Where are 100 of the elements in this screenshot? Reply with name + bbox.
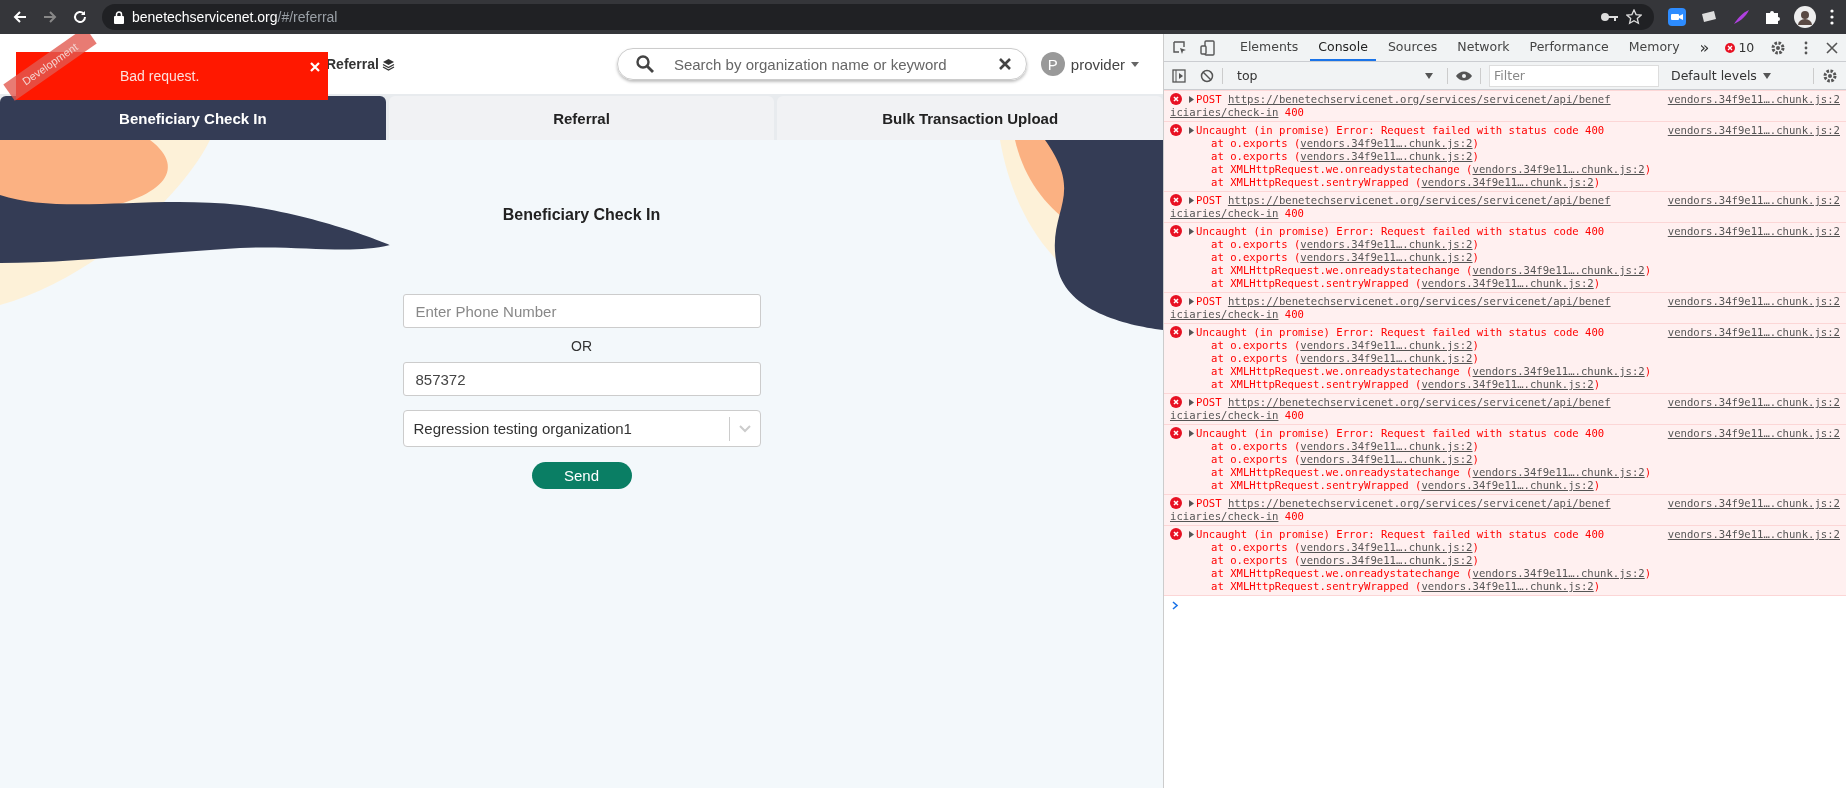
key-icon[interactable]: [1600, 12, 1618, 22]
form-title: Beneficiary Check In: [502, 206, 661, 224]
stack-source-link[interactable]: vendors.34f9e11….chunk.js:2: [1300, 541, 1473, 554]
request-url-link[interactable]: https://benetechservicenet.org/services/servicenet/api/benef: [1227, 295, 1611, 308]
stack-source-link[interactable]: vendors.34f9e11….chunk.js:2: [1300, 554, 1473, 567]
profile-avatar-icon[interactable]: [1794, 6, 1816, 28]
stack-source-link[interactable]: vendors.34f9e11….chunk.js:2: [1472, 163, 1645, 176]
request-url-link[interactable]: https://benetechservicenet.org/services/servicenet/api/benef: [1227, 396, 1611, 409]
clear-console-icon[interactable]: [1200, 68, 1214, 83]
expand-triangle-icon[interactable]: [1188, 295, 1196, 308]
stack-source-link[interactable]: vendors.34f9e11….chunk.js:2: [1472, 365, 1645, 378]
source-link[interactable]: vendors.34f9e11….chunk.js:2: [1667, 225, 1840, 238]
expand-triangle-icon[interactable]: [1188, 427, 1196, 440]
stack-source-link[interactable]: vendors.34f9e11….chunk.js:2: [1421, 176, 1594, 189]
stack-source-link[interactable]: vendors.34f9e11….chunk.js:2: [1472, 567, 1645, 580]
source-link[interactable]: vendors.34f9e11….chunk.js:2: [1667, 427, 1840, 440]
source-link[interactable]: vendors.34f9e11….chunk.js:2: [1667, 326, 1840, 339]
reload-icon[interactable]: [72, 9, 88, 25]
stack-frame: at o.exports (: [1211, 440, 1301, 453]
stack-source-link[interactable]: vendors.34f9e11….chunk.js:2: [1300, 251, 1473, 264]
stack-frame: ): [1644, 163, 1652, 176]
kebab-menu-icon[interactable]: [1830, 9, 1834, 25]
log-levels-select[interactable]: Default levels: [1671, 68, 1771, 83]
error-icon: [1170, 225, 1182, 237]
page-tab[interactable]: Referral: [388, 96, 775, 140]
source-link[interactable]: vendors.34f9e11….chunk.js:2: [1667, 194, 1840, 207]
stack-source-link[interactable]: vendors.34f9e11….chunk.js:2: [1472, 264, 1645, 277]
devtools-tab[interactable]: Network: [1449, 34, 1518, 61]
stack-source-link[interactable]: vendors.34f9e11….chunk.js:2: [1300, 339, 1473, 352]
status-code: 400: [1283, 106, 1304, 119]
sidebar-toggle-icon[interactable]: [1172, 68, 1186, 83]
request-url-link[interactable]: iciaries/check-in: [1170, 106, 1279, 119]
address-bar[interactable]: benetechservicenet.org/#/referral: [102, 4, 1654, 30]
close-icon[interactable]: [1826, 41, 1839, 54]
beneficiary-id-field[interactable]: 857372: [402, 362, 761, 396]
forward-icon[interactable]: [42, 9, 58, 25]
device-icon[interactable]: [1200, 39, 1216, 56]
source-link[interactable]: vendors.34f9e11….chunk.js:2: [1667, 295, 1840, 308]
error-count-badge[interactable]: 10: [1725, 40, 1755, 55]
more-tabs-button[interactable]: »: [1691, 38, 1718, 57]
back-icon[interactable]: [12, 9, 28, 25]
stack-frame: at o.exports (: [1211, 541, 1301, 554]
request-url-link[interactable]: iciaries/check-in: [1170, 207, 1279, 220]
devtools-tab[interactable]: Memory: [1620, 34, 1688, 61]
devtools-tab[interactable]: Elements: [1232, 34, 1307, 61]
source-link[interactable]: vendors.34f9e11….chunk.js:2: [1667, 93, 1840, 106]
referral-nav-link[interactable]: Referral: [326, 56, 395, 72]
feather-icon[interactable]: [1732, 8, 1750, 26]
phone-number-field[interactable]: Enter Phone Number: [402, 294, 761, 328]
devtools-tab[interactable]: Sources: [1379, 34, 1446, 61]
source-link[interactable]: vendors.34f9e11….chunk.js:2: [1667, 396, 1840, 409]
user-menu[interactable]: P provider: [1040, 52, 1139, 76]
inspect-icon[interactable]: [1172, 39, 1188, 56]
context-select[interactable]: top: [1231, 68, 1439, 83]
request-url-link[interactable]: iciaries/check-in: [1170, 409, 1279, 422]
stack-source-link[interactable]: vendors.34f9e11….chunk.js:2: [1421, 277, 1594, 290]
status-code: 400: [1283, 308, 1304, 321]
lock-icon: [114, 10, 124, 24]
send-button[interactable]: Send: [531, 462, 632, 489]
stack-frame: ): [1472, 137, 1479, 150]
source-link[interactable]: vendors.34f9e11….chunk.js:2: [1667, 124, 1840, 137]
page-tab[interactable]: Beneficiary Check In: [0, 96, 386, 140]
expand-triangle-icon[interactable]: [1188, 396, 1196, 409]
stack-source-link[interactable]: vendors.34f9e11….chunk.js:2: [1300, 440, 1473, 453]
request-url-link[interactable]: https://benetechservicenet.org/services/servicenet/api/benef: [1227, 93, 1611, 106]
request-url-link[interactable]: https://benetechservicenet.org/services/servicenet/api/benef: [1227, 497, 1611, 510]
stack-source-link[interactable]: vendors.34f9e11….chunk.js:2: [1421, 378, 1594, 391]
expand-triangle-icon[interactable]: [1188, 124, 1196, 137]
stack-source-link[interactable]: vendors.34f9e11….chunk.js:2: [1421, 479, 1594, 492]
expand-triangle-icon[interactable]: [1188, 497, 1196, 510]
stack-source-link[interactable]: vendors.34f9e11….chunk.js:2: [1300, 137, 1473, 150]
clear-icon[interactable]: [997, 57, 1012, 71]
kebab-menu-icon[interactable]: [1804, 40, 1809, 55]
source-link[interactable]: vendors.34f9e11….chunk.js:2: [1667, 497, 1840, 510]
request-url-link[interactable]: iciaries/check-in: [1170, 308, 1279, 321]
stack-source-link[interactable]: vendors.34f9e11….chunk.js:2: [1300, 352, 1473, 365]
request-url-link[interactable]: https://benetechservicenet.org/services/servicenet/api/benef: [1227, 194, 1611, 207]
settings-icon[interactable]: [1822, 67, 1838, 84]
stack-source-link[interactable]: vendors.34f9e11….chunk.js:2: [1300, 238, 1473, 251]
expand-triangle-icon[interactable]: [1188, 194, 1196, 207]
stack-source-link[interactable]: vendors.34f9e11….chunk.js:2: [1300, 150, 1473, 163]
prompt-icon[interactable]: [1172, 601, 1179, 610]
request-url-link[interactable]: iciaries/check-in: [1170, 510, 1279, 523]
expand-triangle-icon[interactable]: [1188, 225, 1196, 238]
expand-triangle-icon[interactable]: [1188, 326, 1196, 339]
video-camera-icon[interactable]: [1668, 8, 1686, 26]
stack-source-link[interactable]: vendors.34f9e11….chunk.js:2: [1421, 580, 1594, 593]
eye-icon[interactable]: [1456, 70, 1472, 81]
devtools-tab[interactable]: Performance: [1521, 34, 1617, 61]
source-link[interactable]: vendors.34f9e11….chunk.js:2: [1667, 528, 1840, 541]
organization-select[interactable]: Regression testing organization1: [402, 410, 761, 447]
expand-triangle-icon[interactable]: [1188, 528, 1196, 541]
puzzle-icon[interactable]: [1764, 9, 1780, 25]
star-icon[interactable]: [1626, 9, 1642, 25]
expand-triangle-icon[interactable]: [1188, 93, 1196, 106]
settings-icon[interactable]: [1770, 39, 1787, 56]
stack-source-link[interactable]: vendors.34f9e11….chunk.js:2: [1300, 453, 1473, 466]
page-tab[interactable]: Bulk Transaction Upload: [777, 96, 1163, 140]
filter-field[interactable]: Filter: [1489, 64, 1659, 87]
stack-source-link[interactable]: vendors.34f9e11….chunk.js:2: [1472, 466, 1645, 479]
